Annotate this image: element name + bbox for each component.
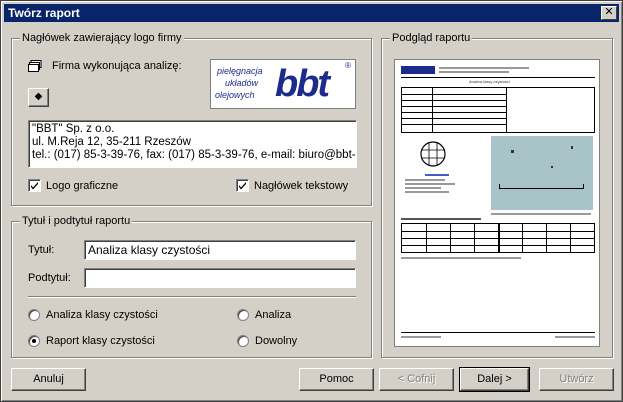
preview-rule: [401, 77, 595, 78]
subtitle-input[interactable]: [84, 268, 356, 288]
title-group: Tytuł i podtytuł raportu Tytuł: Analiza …: [11, 215, 372, 358]
logo-text-1: pielęgnacja: [217, 66, 263, 76]
radio-cleanliness-analysis-label: Analiza klasy czystości: [46, 309, 158, 321]
address-line: "BBT" Sp. z o.o.: [32, 123, 115, 135]
logo-checkbox-label: Logo graficzne: [46, 180, 119, 192]
preview-class-table: [401, 223, 595, 253]
pick-company-button[interactable]: ◆: [28, 88, 49, 107]
logo-checkbox[interactable]: [28, 179, 41, 192]
close-button[interactable]: ✕: [601, 6, 617, 20]
preview-address: [439, 67, 529, 69]
create-button[interactable]: Utwórz: [539, 368, 614, 391]
radio-cleanliness-report[interactable]: [28, 335, 40, 347]
preview-legend: [425, 174, 449, 176]
preview-group: Podgląd raportu Analiza klasy czystości: [381, 32, 613, 358]
radio-analysis-label: Analiza: [255, 309, 292, 321]
window-title: Twórz raport: [8, 6, 80, 20]
address-line: tel.: (017) 85-3-39-76, fax: (017) 85-3-…: [32, 149, 357, 161]
separator: [28, 296, 356, 298]
title-input[interactable]: Analiza klasy czystości: [84, 240, 356, 260]
diamond-icon: ◆: [34, 91, 43, 102]
help-button[interactable]: Pomoc: [299, 368, 374, 391]
company-address-field[interactable]: "BBT" Sp. z o.o. ul. M.Reja 12, 35-211 R…: [28, 120, 357, 168]
preview-doc-title: Analiza klasy czystości: [469, 79, 510, 84]
logo-mark: ®: [345, 61, 351, 70]
radio-custom-label: Dowolny: [255, 335, 298, 347]
logo-text-2: układów: [225, 78, 259, 88]
preview-microscope-image: [491, 136, 593, 210]
preview-footer-rule: [401, 332, 595, 333]
radio-cleanliness-report-label: Raport klasy czystości: [46, 335, 155, 347]
preview-group-label: Podgląd raportu: [390, 32, 473, 44]
preview-address: [439, 71, 509, 73]
text-header-checkbox[interactable]: [236, 179, 249, 192]
preview-membrane-icon: [420, 141, 446, 167]
radio-custom[interactable]: [237, 335, 249, 347]
logo-brand: bbt: [275, 63, 330, 105]
title-label: Tytuł:: [28, 244, 55, 256]
company-icon: [28, 60, 42, 75]
preview-table-caption: [401, 218, 481, 220]
title-bar: Twórz raport ✕: [4, 4, 619, 22]
radio-cleanliness-analysis[interactable]: [28, 309, 40, 321]
company-label: Firma wykonująca analizę:: [52, 60, 182, 72]
close-icon: ✕: [604, 6, 614, 18]
header-group-label: Nagłówek zawierający logo firmy: [20, 32, 184, 44]
radio-analysis[interactable]: [237, 309, 249, 321]
title-group-label: Tytuł i podtytuł raportu: [20, 215, 133, 227]
checkmark-icon: [239, 182, 246, 190]
next-button[interactable]: Dalej >: [459, 367, 530, 392]
report-preview: Analiza klasy czystości: [394, 59, 600, 347]
address-line: ul. M.Reja 12, 35-211 Rzeszów: [32, 136, 191, 148]
preview-logo: [401, 66, 435, 74]
checkmark-icon: [31, 182, 38, 190]
create-report-dialog: Twórz raport ✕ Nagłówek zawierający logo…: [0, 0, 623, 402]
logo-text-3: olejowych: [215, 90, 255, 100]
preview-info-table: [401, 87, 595, 133]
subtitle-label: Podtytuł:: [28, 272, 71, 284]
text-header-checkbox-label: Nagłówek tekstowy: [254, 180, 349, 192]
header-group: Nagłówek zawierający logo firmy Firma wy…: [11, 32, 372, 206]
company-logo: pielęgnacja układów olejowych bbt ®: [210, 59, 356, 109]
back-button[interactable]: < Cofnij: [379, 368, 454, 391]
cancel-button[interactable]: Anuluj: [11, 368, 86, 391]
